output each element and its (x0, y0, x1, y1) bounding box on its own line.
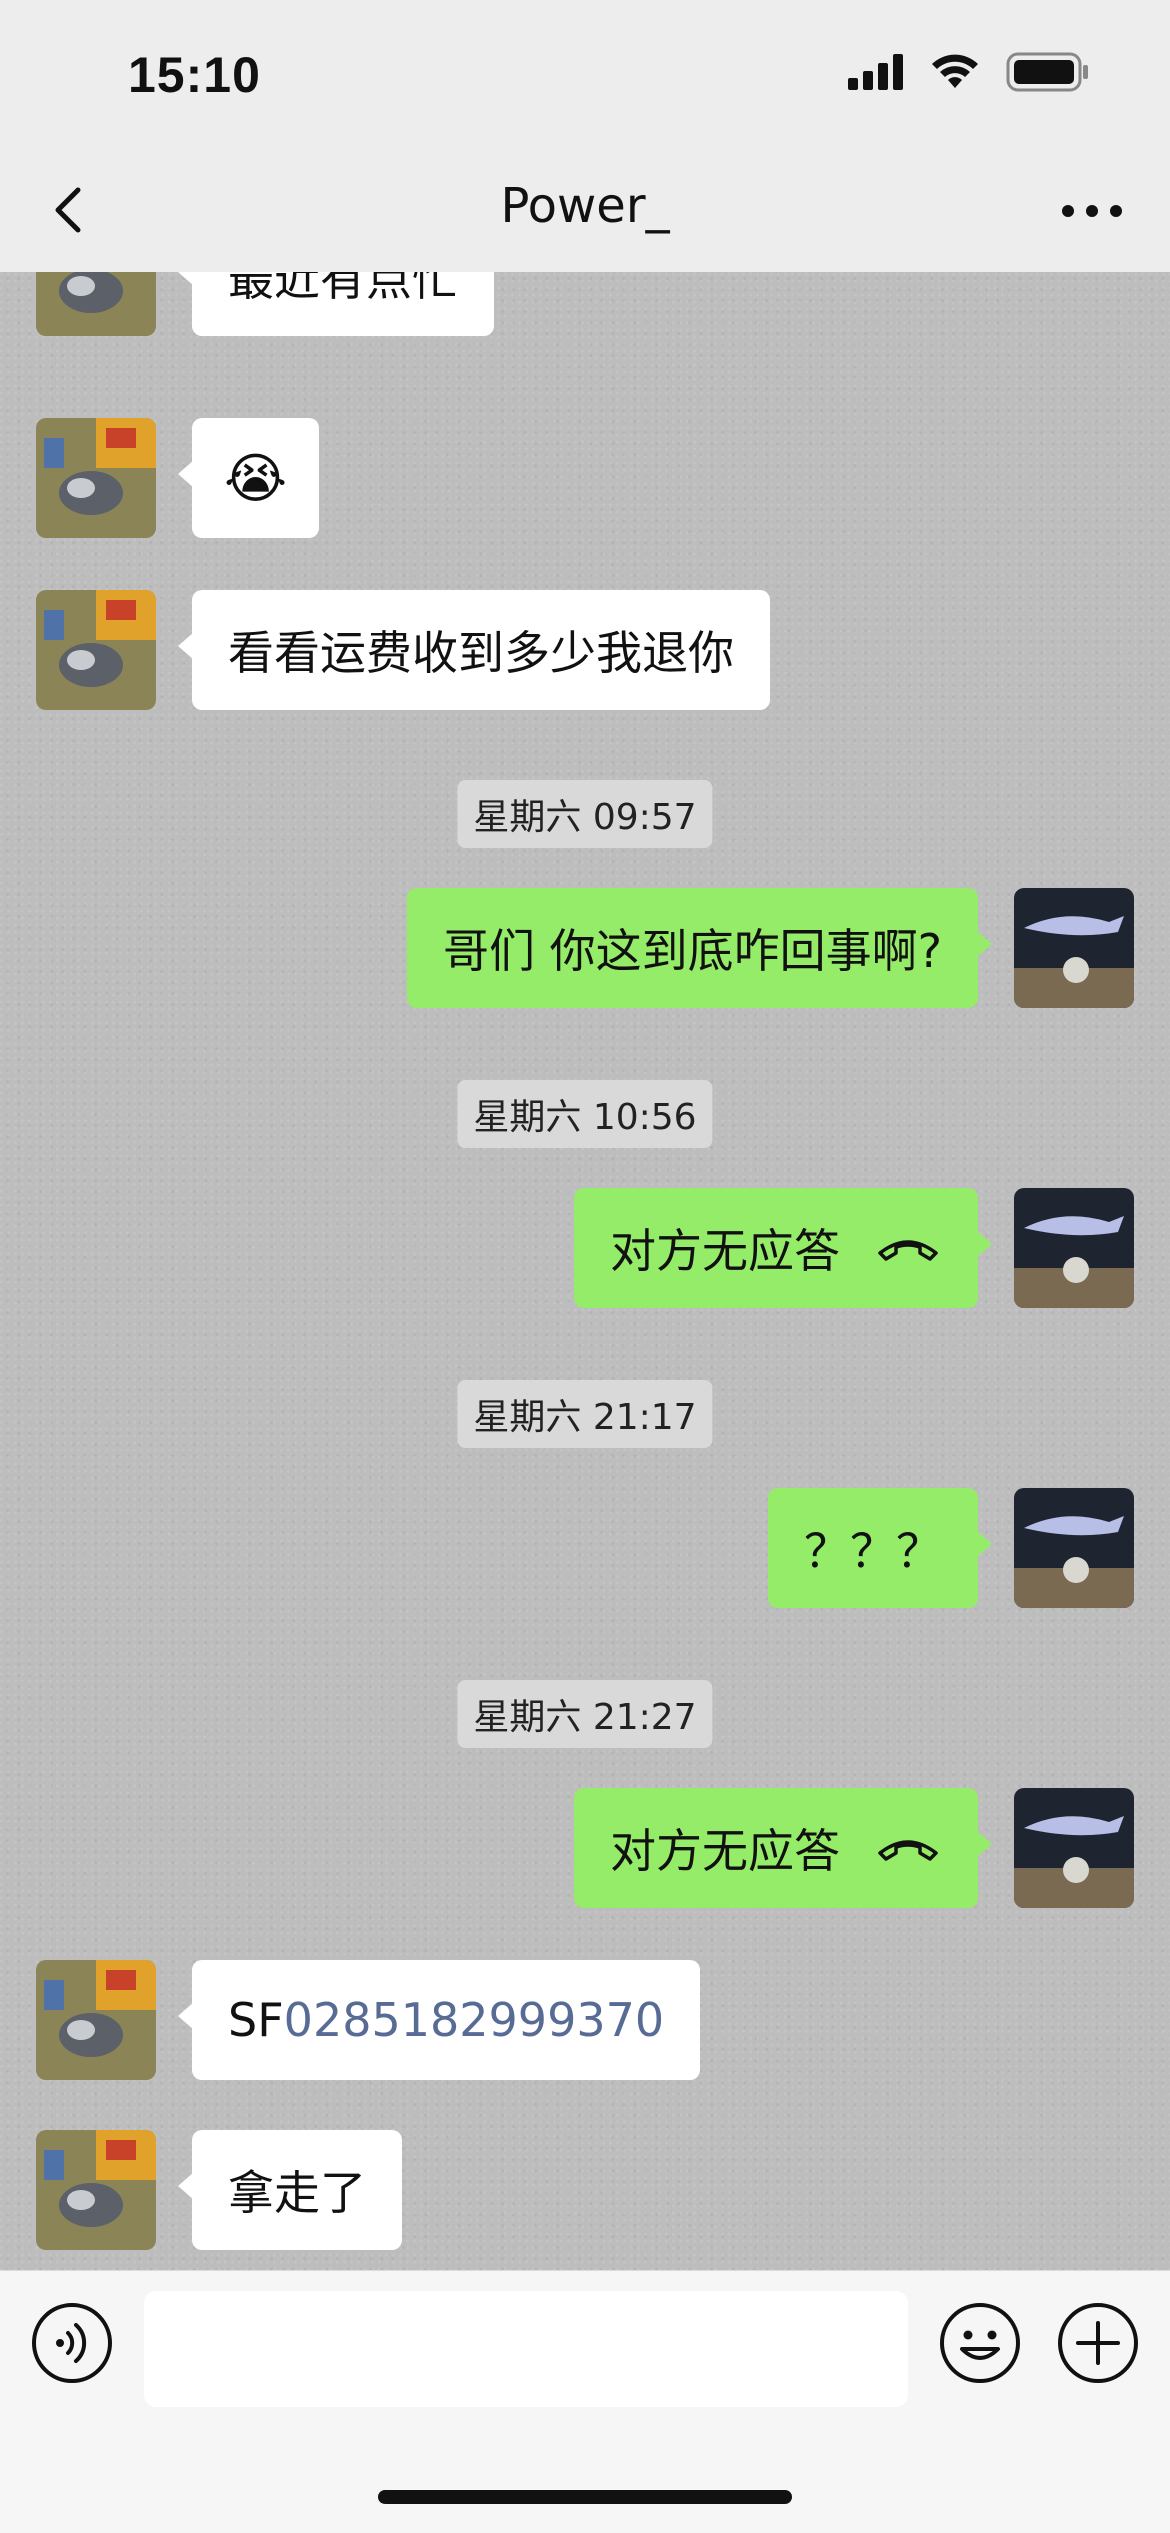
my-avatar[interactable] (1014, 1788, 1134, 1908)
hangup-phone-icon (878, 1240, 938, 1261)
chat-header: Power_ (0, 150, 1170, 273)
message-text: 哥们 你这到底咋回事啊? (442, 924, 942, 978)
status-time: 15:10 (128, 47, 261, 103)
contact-avatar[interactable] (36, 590, 156, 710)
tracking-number-link[interactable]: 0285182999370 (284, 1993, 664, 2047)
status-icons (848, 52, 1090, 92)
tracking-prefix: SF (228, 1993, 284, 2047)
call-status-text: 对方无应答 (610, 1224, 840, 1278)
message-text: 最近有点忙 (228, 272, 458, 306)
status-bar: 15:10 (0, 0, 1170, 150)
message-bubble-sent[interactable]: 哥们 你这到底咋回事啊? (406, 888, 993, 1008)
loudly-crying-emoji: 😭 (224, 446, 288, 510)
wifi-icon (932, 54, 978, 88)
message-timestamp: 星期六 21:27 (457, 1680, 713, 1748)
message-text: ？？？ (804, 1524, 942, 1578)
message-bubble-received[interactable]: SF 0285182999370 (177, 1960, 701, 2080)
call-record-bubble[interactable]: 对方无应答 (574, 1188, 992, 1308)
my-avatar[interactable] (1014, 1488, 1134, 1608)
message-text: 拿走了 (228, 2166, 366, 2220)
contact-avatar[interactable] (36, 272, 156, 336)
message-timestamp: 星期六 10:56 (457, 1080, 713, 1148)
message-timestamp: 星期六 09:57 (457, 780, 713, 848)
my-avatar[interactable] (1014, 1188, 1134, 1308)
contact-avatar[interactable] (36, 418, 156, 538)
plus-icon[interactable] (1056, 2301, 1140, 2385)
chat-message-list[interactable]: 最近有点忙 😭 看看运费收到多少我退你 星期六 09:57 哥们 你这到底咋回事… (0, 272, 1170, 2270)
message-bubble-received[interactable]: 拿走了 (178, 2130, 402, 2250)
message-text-input[interactable] (144, 2291, 908, 2407)
my-avatar[interactable] (1014, 888, 1134, 1008)
message-bubble-received[interactable]: 看看运费收到多少我退你 (178, 590, 770, 710)
hangup-phone-icon (878, 1840, 938, 1861)
call-record-bubble[interactable]: 对方无应答 (574, 1788, 992, 1908)
voice-input-icon[interactable] (30, 2301, 114, 2385)
battery-icon (1006, 52, 1088, 92)
message-timestamp: 星期六 21:17 (457, 1380, 713, 1448)
cellular-signal-icon (848, 54, 903, 90)
contact-avatar[interactable] (36, 2130, 156, 2250)
chat-title: Power_ (500, 178, 670, 234)
contact-avatar[interactable] (36, 1960, 156, 2080)
message-bubble-received[interactable]: 😭 (177, 418, 320, 538)
home-indicator[interactable] (378, 2490, 792, 2504)
message-bubble-sent[interactable]: ？？？ (768, 1488, 992, 1608)
more-options-icon[interactable] (1052, 176, 1132, 246)
message-bubble-received[interactable]: 最近有点忙 (178, 272, 494, 336)
emoji-icon[interactable] (938, 2301, 1022, 2385)
message-text: 看看运费收到多少我退你 (228, 626, 734, 680)
call-status-text: 对方无应答 (610, 1824, 840, 1878)
